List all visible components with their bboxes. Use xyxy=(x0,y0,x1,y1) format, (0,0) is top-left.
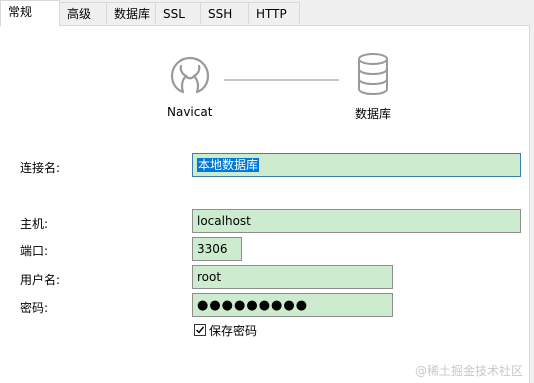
connection-name-value: 本地数据库 xyxy=(197,158,260,172)
general-panel: Navicat 数据库 连接名: 本地数据库 主机: localhost 端口:… xyxy=(0,25,530,383)
tab-databases[interactable]: 数据库 xyxy=(106,2,156,24)
navicat-label: Navicat xyxy=(167,105,213,119)
connector-line xyxy=(224,79,339,81)
host-label: 主机: xyxy=(20,217,49,231)
save-password-checkbox[interactable] xyxy=(194,324,206,336)
save-password-label[interactable]: 保存密码 xyxy=(209,322,257,339)
database-icon xyxy=(358,53,388,96)
tab-general[interactable]: 常规 xyxy=(0,0,60,26)
tab-label: SSH xyxy=(208,7,233,21)
checkmark-icon xyxy=(196,326,205,334)
port-label: 端口: xyxy=(20,244,49,258)
password-value: ●●●●●●●●● xyxy=(197,298,309,313)
password-input[interactable]: ●●●●●●●●● xyxy=(192,293,393,317)
tab-label: 高级 xyxy=(67,7,92,21)
tab-label: HTTP xyxy=(256,7,287,21)
username-label: 用户名: xyxy=(20,273,61,287)
navicat-logo-icon xyxy=(170,56,210,94)
tab-http[interactable]: HTTP xyxy=(248,2,300,24)
watermark: @稀土掘金技术社区 xyxy=(414,364,523,378)
username-input[interactable]: root xyxy=(192,265,393,289)
tab-ssh[interactable]: SSH xyxy=(200,2,249,24)
tab-ssl[interactable]: SSL xyxy=(155,2,201,24)
host-value: localhost xyxy=(197,214,251,228)
tab-label: 数据库 xyxy=(114,7,151,21)
connection-name-input[interactable]: 本地数据库 xyxy=(192,153,521,177)
connection-name-label: 连接名: xyxy=(20,161,61,175)
username-value: root xyxy=(197,270,222,284)
database-label: 数据库 xyxy=(355,107,392,121)
tab-advanced[interactable]: 高级 xyxy=(59,2,107,24)
port-value: 3306 xyxy=(197,242,228,256)
tab-strip: 常规 高级 数据库 SSL SSH HTTP xyxy=(0,0,534,26)
tab-label: SSL xyxy=(163,7,185,21)
password-label: 密码: xyxy=(20,301,49,315)
tab-label: 常规 xyxy=(8,5,33,19)
port-input[interactable]: 3306 xyxy=(192,237,242,261)
host-input[interactable]: localhost xyxy=(192,209,521,233)
